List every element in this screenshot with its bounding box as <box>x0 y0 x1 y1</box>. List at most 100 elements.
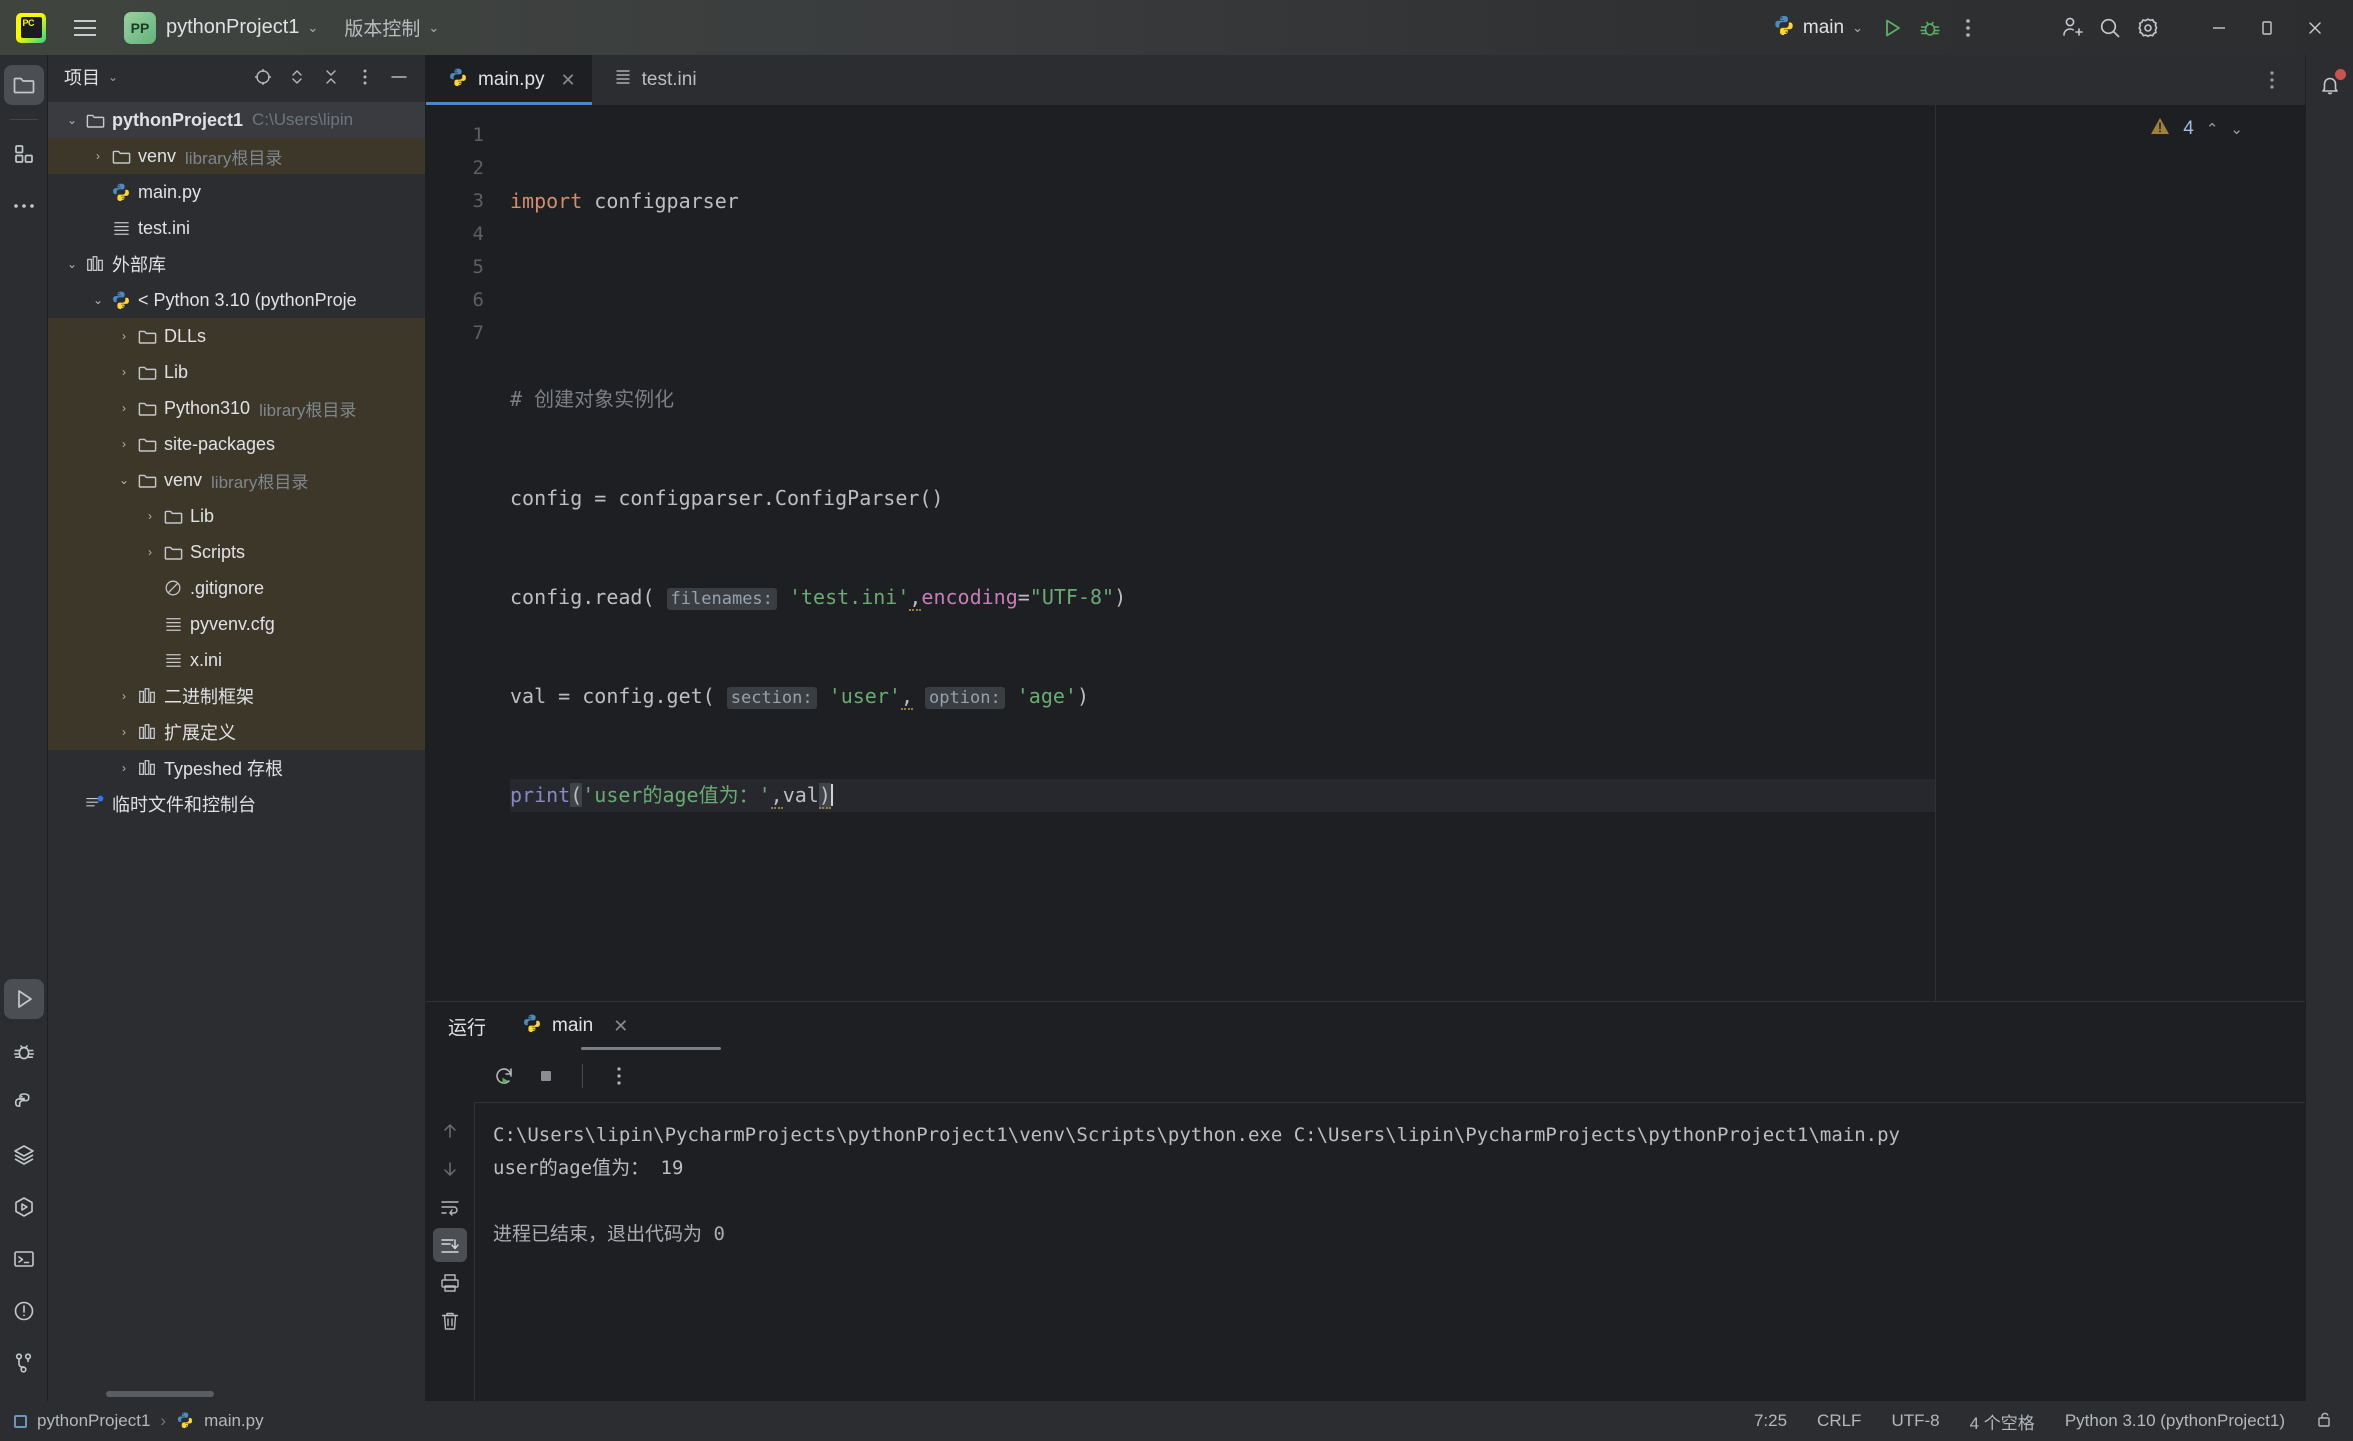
stop-icon[interactable] <box>526 1056 566 1096</box>
up-arrow-icon[interactable] <box>433 1114 467 1148</box>
down-arrow-icon[interactable] <box>433 1152 467 1186</box>
chevron-right-icon[interactable]: › <box>88 149 108 163</box>
file-encoding[interactable]: UTF-8 <box>1891 1411 1939 1431</box>
notifications-bell-icon[interactable] <box>2310 65 2350 105</box>
library-icon <box>82 254 108 274</box>
project-chevron-down-icon[interactable]: ⌄ <box>307 20 318 36</box>
sidebar-item-database[interactable] <box>4 1135 44 1175</box>
project-tree-horizontal-scrollbar[interactable] <box>106 1391 214 1397</box>
project-panel-chevron-down-icon[interactable]: ⌄ <box>108 70 118 84</box>
chevron-right-icon[interactable]: › <box>114 329 134 343</box>
tree-item-Scripts[interactable]: › Scripts <box>48 534 425 570</box>
soft-wrap-icon[interactable] <box>433 1190 467 1224</box>
sidebar-item-more[interactable] <box>4 186 44 226</box>
maximize-button[interactable] <box>2243 8 2291 48</box>
run-panel-more-icon[interactable] <box>599 1056 639 1096</box>
main-menu-icon[interactable] <box>68 11 102 45</box>
tree-item-pyvenv.cfg[interactable]: ›pyvenv.cfg <box>48 606 425 642</box>
next-problem-icon[interactable]: ⌄ <box>2230 120 2243 138</box>
run-configuration-selector[interactable]: main ⌄ <box>1763 10 1873 45</box>
indent-setting[interactable]: 4 个空格 <box>1970 1409 2035 1434</box>
print-icon[interactable] <box>433 1266 467 1300</box>
tree-item-Typeshed[interactable]: › Typeshed 存根 <box>48 750 425 786</box>
debug-button[interactable] <box>1911 9 1949 47</box>
tree-item-[interactable]: › 扩展定义 <box>48 714 425 750</box>
rerun-icon[interactable] <box>484 1056 524 1096</box>
project-name-label[interactable]: pythonProject1 <box>166 16 299 39</box>
chevron-right-icon[interactable]: › <box>114 437 134 451</box>
tab-close-icon[interactable]: ✕ <box>561 70 576 91</box>
tree-item-[interactable]: ›临时文件和控制台 <box>48 786 425 822</box>
chevron-down-icon[interactable]: ⌄ <box>62 257 82 271</box>
sidebar-item-terminal[interactable] <box>4 1239 44 1279</box>
breadcrumb-project[interactable]: pythonProject1 <box>37 1411 150 1431</box>
chevron-right-icon[interactable]: › <box>114 401 134 415</box>
add-user-icon[interactable] <box>2053 9 2091 47</box>
console-output[interactable]: C:\Users\lipin\PycharmProjects\pythonPro… <box>474 1102 2305 1401</box>
vcs-chevron-down-icon[interactable]: ⌄ <box>428 20 439 36</box>
chevron-right-icon[interactable]: › <box>114 365 134 379</box>
project-options-icon[interactable] <box>351 63 379 91</box>
breadcrumb-file[interactable]: main.py <box>204 1411 264 1431</box>
sidebar-item-debug[interactable] <box>4 1031 44 1071</box>
code-content[interactable]: import configparser # 创建对象实例化 config = c… <box>498 105 1935 1001</box>
run-tab-main[interactable]: main ✕ <box>522 1013 634 1039</box>
more-actions-icon[interactable] <box>1949 9 1987 47</box>
scroll-to-end-icon[interactable] <box>433 1228 467 1262</box>
caret-position[interactable]: 7:25 <box>1754 1411 1787 1431</box>
vcs-menu-label[interactable]: 版本控制 <box>344 14 420 41</box>
chevron-right-icon[interactable]: › <box>114 725 134 739</box>
hide-panel-icon[interactable] <box>385 63 413 91</box>
code-scroll-area[interactable]: 1 2 3 4 5 6 7 import configparser # 创建对象实例化 co… <box>426 105 1935 1001</box>
chevron-right-icon[interactable]: › <box>114 761 134 775</box>
sidebar-item-python-packages[interactable] <box>4 1083 44 1123</box>
tree-item-Python3.10pythonProje[interactable]: ⌄ < Python 3.10 (pythonProje <box>48 282 425 318</box>
tab-main-py[interactable]: main.py ✕ <box>426 55 592 105</box>
tree-item-test.ini[interactable]: ›test.ini <box>48 210 425 246</box>
select-opened-file-icon[interactable] <box>249 63 277 91</box>
tree-item-site-packages[interactable]: › site-packages <box>48 426 425 462</box>
tree-item-Lib[interactable]: › Lib <box>48 498 425 534</box>
tree-item-[interactable]: ⌄ 外部库 <box>48 246 425 282</box>
project-tree[interactable]: ⌄ pythonProject1 C:\Users\lipin › venv librar… <box>48 99 425 1401</box>
tree-item-main.py[interactable]: ›main.py <box>48 174 425 210</box>
editor-more-vertical-icon[interactable] <box>2253 61 2291 99</box>
unlocked-icon[interactable] <box>2315 1409 2335 1434</box>
run-tab-close-icon[interactable]: ✕ <box>613 1016 628 1037</box>
sidebar-item-run[interactable] <box>3 979 44 1019</box>
tree-item-DLLs[interactable]: › DLLs <box>48 318 425 354</box>
settings-gear-icon[interactable] <box>2129 9 2167 47</box>
tree-item-[interactable]: › 二进制框架 <box>48 678 425 714</box>
sidebar-item-structure[interactable] <box>4 134 44 174</box>
sidebar-item-problems[interactable] <box>4 1291 44 1331</box>
tab-test-ini[interactable]: test.ini <box>592 55 713 105</box>
sidebar-item-project[interactable] <box>3 65 44 105</box>
tree-item-pythonProject1[interactable]: ⌄ pythonProject1 C:\Users\lipin <box>48 102 425 138</box>
tree-item-Lib[interactable]: › Lib <box>48 354 425 390</box>
close-button[interactable] <box>2291 8 2339 48</box>
chevron-right-icon[interactable]: › <box>140 509 160 523</box>
inspection-widget[interactable]: 4 ⌃ ⌄ <box>2149 115 2243 143</box>
collapse-all-icon[interactable] <box>317 63 345 91</box>
chevron-down-icon[interactable]: ⌄ <box>62 113 82 127</box>
previous-problem-icon[interactable]: ⌃ <box>2206 120 2219 138</box>
tree-item-Python310[interactable]: › Python310 library根目录 <box>48 390 425 426</box>
chevron-down-icon[interactable]: ⌄ <box>114 473 134 487</box>
line-separator[interactable]: CRLF <box>1817 1411 1861 1431</box>
expand-collapse-icon[interactable] <box>283 63 311 91</box>
chevron-right-icon[interactable]: › <box>140 545 160 559</box>
clear-all-icon[interactable] <box>433 1304 467 1338</box>
sidebar-item-python-console[interactable] <box>4 1187 44 1227</box>
minimize-button[interactable] <box>2195 8 2243 48</box>
tree-item-.gitignore[interactable]: ›.gitignore <box>48 570 425 606</box>
run-button[interactable] <box>1873 9 1911 47</box>
tree-item-x.ini[interactable]: ›x.ini <box>48 642 425 678</box>
chevron-down-icon[interactable]: ⌄ <box>88 293 108 307</box>
sidebar-item-version-control[interactable] <box>4 1343 44 1383</box>
tree-item-venv[interactable]: ⌄ venv library根目录 <box>48 462 425 498</box>
tree-item-venv[interactable]: › venv library根目录 <box>48 138 425 174</box>
chevron-right-icon[interactable]: › <box>114 689 134 703</box>
run-tab-active-underline <box>581 1047 721 1050</box>
interpreter-selector[interactable]: Python 3.10 (pythonProject1) <box>2065 1411 2285 1431</box>
search-icon[interactable] <box>2091 9 2129 47</box>
